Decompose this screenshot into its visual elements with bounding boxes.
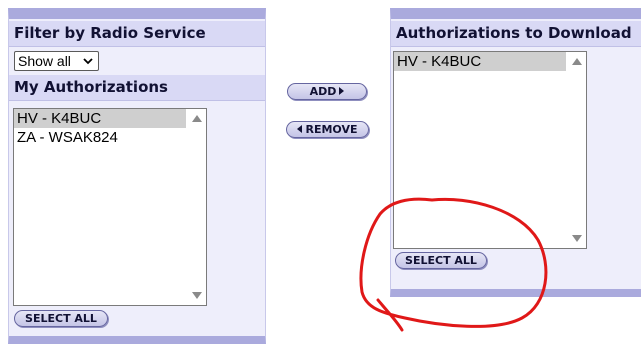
select-all-label: SELECT ALL (405, 254, 477, 267)
authorizations-to-download-listbox[interactable]: HV - K4BUC (393, 51, 587, 249)
remove-button[interactable]: REMOVE (286, 121, 369, 138)
scroll-down-arrow-icon[interactable] (192, 292, 202, 299)
filter-select-value: Show all (18, 53, 71, 69)
chevron-down-icon (83, 58, 93, 65)
arrow-left-icon (297, 125, 303, 133)
list-item[interactable]: HV - K4BUC (14, 109, 186, 128)
arrow-right-icon (339, 87, 345, 95)
scroll-up-arrow-icon[interactable] (192, 115, 202, 122)
add-label: ADD (309, 85, 337, 98)
filter-panel-title: Filter by Radio Service (9, 21, 265, 47)
authorization-download-page: Filter by Radio Service Show all My Auth… (0, 0, 641, 347)
my-authorizations-listbox[interactable]: HV - K4BUC ZA - WSAK824 (13, 108, 207, 306)
select-all-download-button[interactable]: SELECT ALL (395, 252, 487, 269)
scrollbar[interactable] (188, 109, 206, 305)
remove-label: REMOVE (305, 123, 358, 136)
right-panel: Authorizations to Download HV - K4BUC SE… (390, 8, 641, 297)
download-panel-title: Authorizations to Download (391, 21, 641, 47)
select-all-label: SELECT ALL (25, 312, 97, 325)
scroll-up-arrow-icon[interactable] (572, 58, 582, 65)
radio-service-filter-select[interactable]: Show all (14, 51, 99, 71)
my-authorizations-title: My Authorizations (9, 75, 265, 101)
scrollbar[interactable] (568, 52, 586, 248)
left-panel: Filter by Radio Service Show all My Auth… (8, 8, 266, 344)
scroll-down-arrow-icon[interactable] (572, 235, 582, 242)
add-button[interactable]: ADD (287, 83, 367, 100)
list-item-label: ZA - WSAK824 (17, 129, 118, 146)
list-item[interactable]: ZA - WSAK824 (14, 128, 186, 147)
list-item[interactable]: HV - K4BUC (394, 52, 566, 71)
list-item-label: HV - K4BUC (397, 53, 482, 70)
list-item-label: HV - K4BUC (17, 110, 102, 127)
select-all-my-authorizations-button[interactable]: SELECT ALL (14, 310, 108, 327)
